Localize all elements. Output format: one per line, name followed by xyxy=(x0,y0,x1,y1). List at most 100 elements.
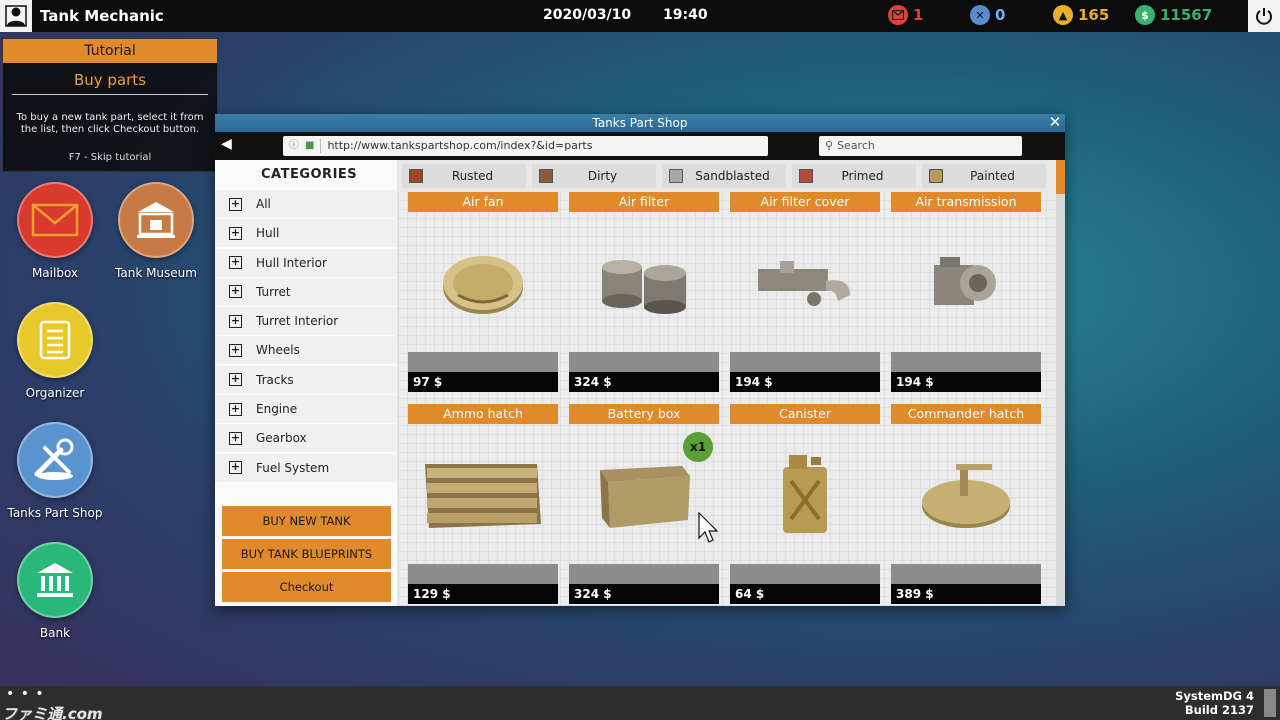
categories-title: CATEGORIES xyxy=(261,167,358,182)
power-icon xyxy=(1256,8,1272,25)
part-card-air-transmission[interactable]: Air transmission 194 $ xyxy=(891,192,1041,392)
category-item-all[interactable]: + All xyxy=(215,190,397,218)
desktop-icon-parts-shop[interactable]: Tanks Part Shop xyxy=(0,422,110,520)
desktop-label-mailbox: Mailbox xyxy=(31,266,79,280)
rust-swatch-icon xyxy=(409,169,423,183)
close-icon[interactable]: ✕ xyxy=(1047,115,1063,131)
plus-icon: + xyxy=(229,372,242,387)
filter-painted[interactable]: Painted xyxy=(922,164,1046,188)
part-name: Commander hatch xyxy=(891,404,1041,424)
filter-primed[interactable]: Primed xyxy=(792,164,916,188)
category-item-fuel-system[interactable]: + Fuel System xyxy=(215,453,397,482)
buy-new-tank-button[interactable]: BUY NEW TANK xyxy=(222,506,391,536)
plus-icon: + xyxy=(229,284,242,299)
air-fan-icon xyxy=(408,212,558,352)
menu-dots-icon[interactable]: • • • xyxy=(6,686,45,702)
coins-counter[interactable]: ▲ 165 xyxy=(1053,5,1109,25)
part-card-battery-box[interactable]: Battery box x1 324 $ xyxy=(569,404,719,604)
plus-icon: + xyxy=(229,196,242,211)
desktop-label-organizer: Organizer xyxy=(25,386,85,400)
part-price: 129 $ xyxy=(408,584,558,604)
lock-icon: ■ xyxy=(305,140,315,151)
part-price: 64 $ xyxy=(730,584,880,604)
desktop-label-museum: Tank Museum xyxy=(115,266,197,280)
category-sidebar: CATEGORIES + All + Hull + Hull Interior + Tu… xyxy=(215,160,397,606)
desktop-label-parts-shop: Tanks Part Shop xyxy=(7,506,103,520)
money-counter[interactable]: $ 11567 xyxy=(1135,5,1212,25)
category-item-engine[interactable]: + Engine xyxy=(215,395,397,424)
category-item-hull-interior[interactable]: + Hull Interior xyxy=(215,248,397,277)
part-price: 389 $ xyxy=(891,584,1041,604)
taskbar: • • • SystemDG 4 Build 2137 xyxy=(0,686,1280,720)
plus-icon: + xyxy=(229,225,242,240)
window-title: Tanks Part Shop xyxy=(592,116,688,130)
build-number: Build 2137 xyxy=(1184,703,1254,717)
category-label: Wheels xyxy=(256,343,300,358)
category-label: Gearbox xyxy=(256,431,307,446)
tutorial-text: To buy a new tank part, select it from t… xyxy=(16,112,204,135)
category-label: Hull xyxy=(256,226,280,241)
category-item-wheels[interactable]: + Wheels xyxy=(215,336,397,365)
category-item-tracks[interactable]: + Tracks xyxy=(215,365,397,394)
canister-icon xyxy=(730,424,880,564)
buy-blueprints-button[interactable]: BUY TANK BLUEPRINTS xyxy=(222,539,391,569)
part-stock-bar xyxy=(569,352,719,372)
desktop-icon-museum[interactable]: Tank Museum xyxy=(101,182,211,280)
part-stock-bar xyxy=(730,564,880,584)
url-bar[interactable]: ⓘ ■ http://www.tankspartshop.com/index?&… xyxy=(283,136,768,156)
part-card-air-filter-cover[interactable]: Air filter cover 194 $ xyxy=(730,192,880,392)
mailbox-icon xyxy=(17,182,93,258)
ammo-hatch-icon xyxy=(408,424,558,564)
mouse-cursor-icon xyxy=(698,512,718,543)
part-price: 194 $ xyxy=(730,372,880,392)
category-label: All xyxy=(256,197,271,211)
power-button[interactable] xyxy=(1248,0,1280,32)
url-text: http://www.tankspartshop.com/index?&id=p… xyxy=(327,139,593,152)
desktop-icon-organizer[interactable]: Organizer xyxy=(0,302,110,400)
category-item-hull[interactable]: + Hull xyxy=(215,219,397,248)
air-filter-icon xyxy=(569,212,719,352)
show-desktop-button[interactable] xyxy=(1264,689,1276,717)
search-input[interactable]: ⚲ Search xyxy=(819,136,1022,156)
parts-shop-window: Tanks Part Shop ✕ ◀ ⓘ ■ http://www.tanks… xyxy=(215,114,1065,606)
search-icon: ⚲ xyxy=(825,139,834,152)
category-item-gearbox[interactable]: + Gearbox xyxy=(215,424,397,453)
filter-label: Rusted xyxy=(451,169,494,183)
desktop-icon-mailbox[interactable]: Mailbox xyxy=(0,182,110,280)
user-profile-button[interactable] xyxy=(0,0,32,32)
part-card-air-fan[interactable]: Air fan 97 $ xyxy=(408,192,558,392)
scrollbar-track[interactable] xyxy=(1056,160,1065,606)
plus-icon: + xyxy=(229,401,242,416)
tools-counter[interactable]: ✕ 0 xyxy=(970,5,1005,25)
scrollbar-thumb[interactable] xyxy=(1056,160,1065,194)
filter-dirty[interactable]: Dirty xyxy=(532,164,656,188)
part-name: Ammo hatch xyxy=(408,404,558,424)
tutorial-title: Buy parts xyxy=(73,71,147,89)
part-price: 97 $ xyxy=(408,372,558,392)
tutorial-skip-hint[interactable]: F7 - Skip tutorial xyxy=(3,152,217,163)
filter-label: Sandblasted xyxy=(695,169,770,183)
bank-icon xyxy=(17,542,93,618)
category-label: Fuel System xyxy=(256,460,330,475)
category-item-turret[interactable]: + Turret xyxy=(215,277,397,306)
back-arrow-icon[interactable]: ◀ xyxy=(221,136,232,152)
money-count: 11567 xyxy=(1160,6,1213,24)
window-titlebar: Tanks Part Shop ✕ xyxy=(215,114,1065,132)
checkout-button[interactable]: Checkout xyxy=(222,572,391,602)
mail-counter[interactable]: 1 xyxy=(888,5,923,25)
date-display: 2020/03/10 xyxy=(543,7,632,23)
part-card-canister[interactable]: Canister 64 $ xyxy=(730,404,880,604)
dollar-icon: $ xyxy=(1135,5,1155,25)
part-stock-bar xyxy=(569,564,719,584)
part-name: Air transmission xyxy=(891,192,1041,212)
part-card-ammo-hatch[interactable]: Ammo hatch 129 $ xyxy=(408,404,558,604)
desktop-icon-bank[interactable]: Bank xyxy=(0,542,110,640)
category-item-turret-interior[interactable]: + Turret Interior xyxy=(215,307,397,336)
part-card-commander-hatch[interactable]: Commander hatch 389 $ xyxy=(891,404,1041,604)
system-info: SystemDG 4 Build 2137 xyxy=(1175,689,1254,717)
part-stock-bar xyxy=(408,352,558,372)
part-card-air-filter[interactable]: Air filter 324 $ xyxy=(569,192,719,392)
search-placeholder: Search xyxy=(837,139,875,152)
filter-sandblasted[interactable]: Sandblasted xyxy=(662,164,786,188)
filter-rusted[interactable]: Rusted xyxy=(402,164,526,188)
